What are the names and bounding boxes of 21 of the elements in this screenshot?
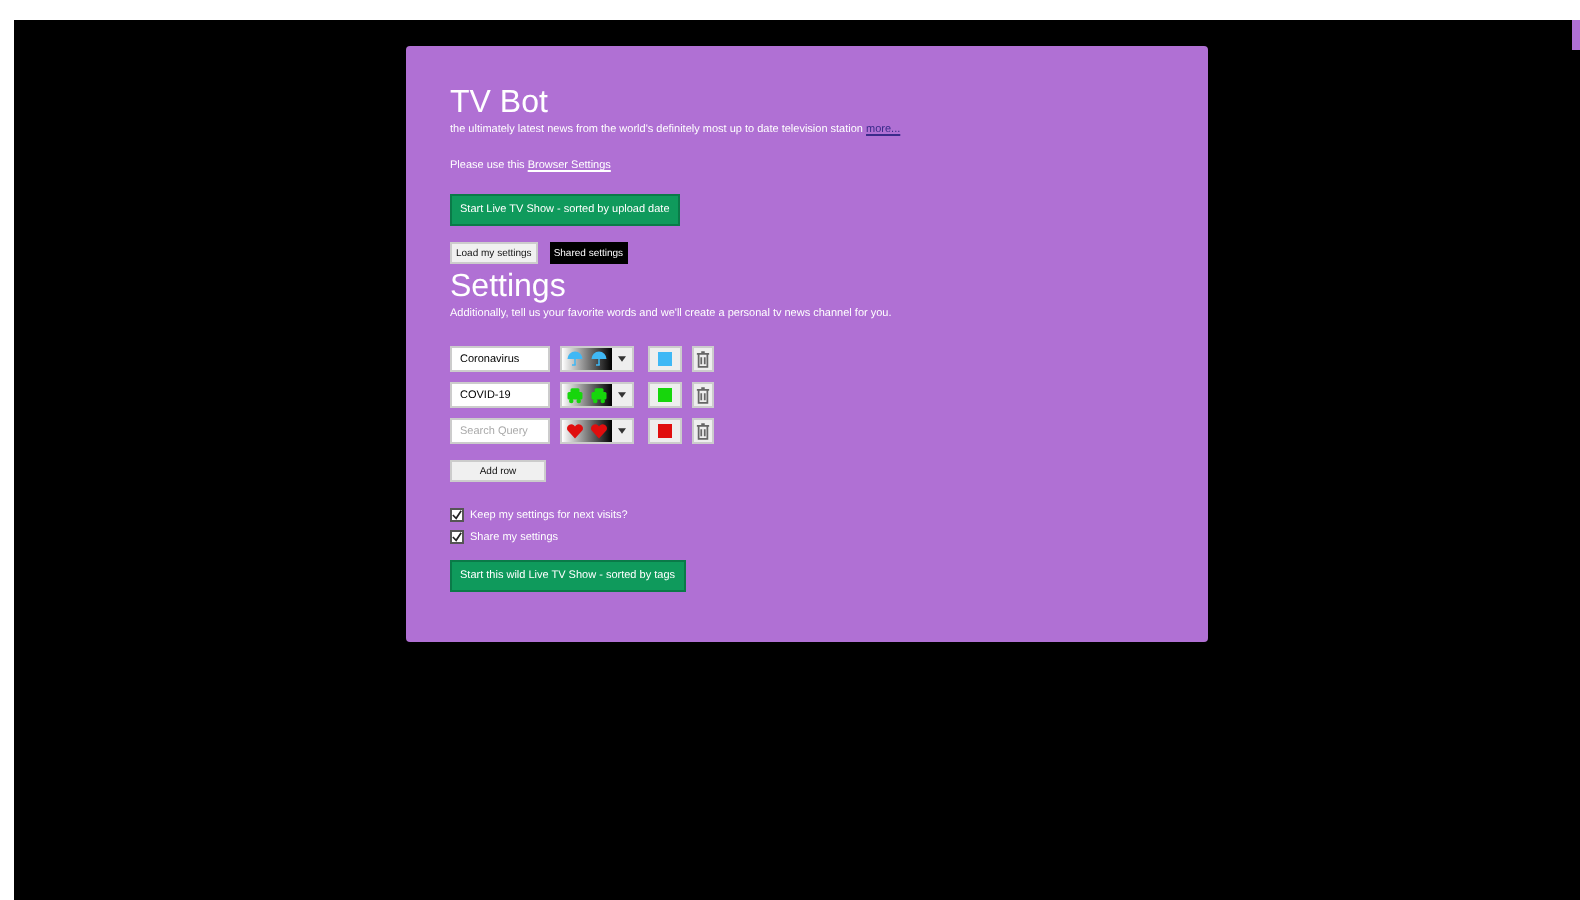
umbrella-icon xyxy=(566,350,584,368)
page-title: TV Bot xyxy=(450,86,548,122)
color-picker[interactable] xyxy=(648,418,682,444)
icon-picker[interactable] xyxy=(560,382,634,408)
delete-button[interactable] xyxy=(692,346,714,372)
trash-icon xyxy=(696,422,710,440)
icon-picker[interactable] xyxy=(560,346,634,372)
color-picker[interactable] xyxy=(648,382,682,408)
umbrella-icon xyxy=(590,350,608,368)
icon-picker[interactable] xyxy=(560,418,634,444)
checkbox[interactable] xyxy=(450,530,464,544)
settings-title: Settings xyxy=(450,270,566,306)
delete-button[interactable] xyxy=(692,382,714,408)
caret-icon xyxy=(618,356,626,362)
color-picker[interactable] xyxy=(648,346,682,372)
delete-button[interactable] xyxy=(692,418,714,444)
caret-icon xyxy=(618,428,626,434)
trash-icon xyxy=(696,350,710,368)
trash-icon xyxy=(696,386,710,404)
checkbox[interactable] xyxy=(450,508,464,522)
caret-icon xyxy=(618,392,626,398)
